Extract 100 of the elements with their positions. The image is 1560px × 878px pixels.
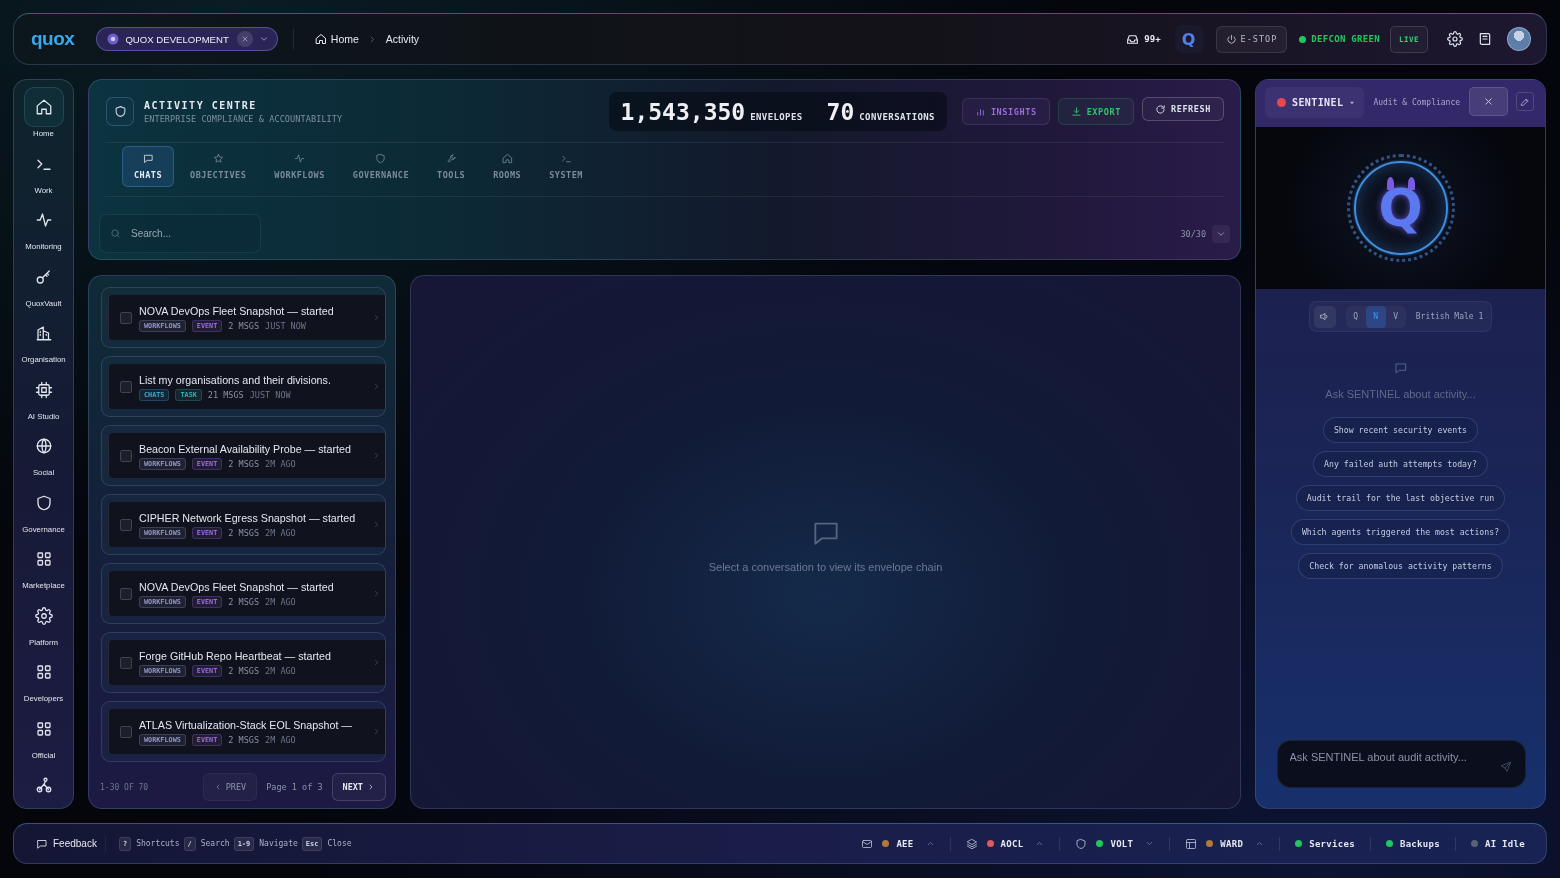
chevron-right-icon [372,313,381,322]
chevron-right-icon [367,783,375,791]
timestamp: 2M AGO [265,596,296,607]
pulse-icon [294,153,306,164]
checkbox[interactable] [120,725,132,738]
checkbox[interactable] [120,518,132,531]
system-menu[interactable]: WARD [1185,837,1265,850]
mail-icon [861,837,874,850]
system-menu[interactable]: AOCL [965,837,1045,850]
voice-mode-tab[interactable]: Q [1345,305,1366,328]
shortcut-label: Search [200,839,230,848]
shortcut-label: Shortcuts [136,839,180,848]
timestamp: JUST NOW [249,389,291,400]
terminal-icon [560,153,572,164]
tab[interactable]: ROOMS [481,146,534,187]
conversation-title: NOVA DevOps Fleet Snapshot — started [139,303,335,318]
stat-value: 70 [826,98,855,125]
export-button[interactable]: EXPORT [1057,98,1134,125]
timestamp: JUST NOW [265,320,306,331]
message-count: 2 MSGS [228,320,260,331]
close-button[interactable] [1469,87,1508,116]
breadcrumb-link[interactable]: Home [314,33,359,45]
message-count: 2 MSGS [228,596,260,607]
caret-down-icon [1349,99,1356,106]
system-menu[interactable]: VOLT [1075,837,1155,850]
chat-input[interactable]: Ask SENTINEL about audit activity... [1276,740,1526,788]
gear-icon [34,606,53,625]
defcon-status: DEFCON GREEN [1311,34,1380,44]
chevron-right-icon [372,589,381,598]
voice-mode-tab[interactable]: V [1385,305,1406,328]
system-menu[interactable]: AEE [861,837,935,850]
suggestion-chip[interactable]: Which agents triggered the most actions? [1290,519,1511,545]
chevron-right-icon [372,451,381,460]
search-field[interactable]: Search... [99,214,261,253]
feedback-button[interactable]: Feedback [28,830,106,857]
conversation-title: Forge GitHub Repo Heartbeat — started [139,648,332,663]
edit-button[interactable] [1516,92,1534,111]
chevron-right-icon [372,520,381,529]
insights-button[interactable]: INSIGHTS [961,98,1050,125]
nodes-icon [34,776,53,794]
home-icon [501,153,513,164]
conversation-title: NOVA DevOps Fleet Snapshot — started [139,579,335,594]
chip-icon [34,380,53,399]
conversation-title: ATLAS Virtualization-Stack EOL Snapshot — [139,717,354,732]
checkbox[interactable] [120,656,132,669]
suggestion-chip[interactable]: Audit trail for the last objective run [1295,485,1506,511]
conversation-title: Beacon External Availability Probe — started [139,441,352,456]
system-status: Services [1309,838,1355,849]
tab[interactable]: CHATS [122,146,175,187]
workspace-selector[interactable]: QUOX DEVELOPMENT [96,27,278,51]
chevron-down-icon [258,34,269,44]
book-icon[interactable] [1477,31,1493,47]
message-count: 2 MSGS [228,458,260,469]
tab[interactable]: GOVERNANCE [340,146,422,187]
e-stop-button[interactable]: E-STOP [1215,25,1288,53]
quox-logo[interactable]: quox [31,27,75,51]
speaker-button[interactable] [1313,305,1336,328]
tab[interactable]: OBJECTIVES [178,146,259,187]
agent-selector[interactable]: SENTINEL [1265,87,1365,118]
key-icon [34,267,53,286]
tab[interactable]: TOOLS [425,146,478,187]
shield-icon [1075,837,1088,850]
shield-icon [34,493,53,512]
checkbox[interactable] [120,449,132,462]
refresh-button[interactable]: REFRESH [1141,97,1224,121]
shield-icon [106,97,134,126]
conversation-title: CIPHER Network Egress Snapshot — started [139,510,357,525]
chevron-right-icon [372,382,381,391]
shortcut-label: Close [327,839,352,848]
user-avatar[interactable] [1507,27,1531,51]
layers-icon [965,837,978,850]
tab[interactable]: WORKFLOWS [262,146,337,187]
result-count: 30/30 [1180,228,1206,239]
stat-value: 1,543,350 [620,98,746,125]
inbox-button[interactable]: 99+ [1126,32,1161,46]
suggestion-chip[interactable]: Show recent security events [1322,417,1479,443]
checkbox[interactable] [120,380,132,393]
suggestion-chip[interactable]: Check for anomalous activity patterns [1298,553,1503,579]
next-button[interactable]: NEXT [331,773,386,801]
message-count: 2 MSGS [228,665,260,676]
expand-button[interactable] [1212,224,1230,243]
page-title: ACTIVITY CENTRE [144,98,258,112]
timestamp: 2M AGO [265,665,296,676]
system-status: Backups [1399,838,1440,849]
breadcrumb-current: Activity [385,33,420,45]
chat-bubble-icon [1393,361,1408,375]
message-count: 21 MSGS [207,389,244,400]
settings-icon[interactable] [1447,31,1463,47]
tab[interactable]: SYSTEM [537,146,595,187]
layout-icon [1185,837,1198,850]
checkbox[interactable] [120,311,132,324]
timestamp: 2M AGO [265,527,296,538]
chat-bubble-icon [36,837,48,850]
clear-button[interactable] [236,31,253,47]
send-icon[interactable] [1499,761,1512,773]
suggestion-chip[interactable]: Any failed auth attempts today? [1313,451,1488,477]
stat-label: ENVELOPES [750,111,803,122]
pencil-icon [1520,96,1530,107]
checkbox[interactable] [120,587,132,600]
assistant-button[interactable]: Q [1174,25,1203,53]
